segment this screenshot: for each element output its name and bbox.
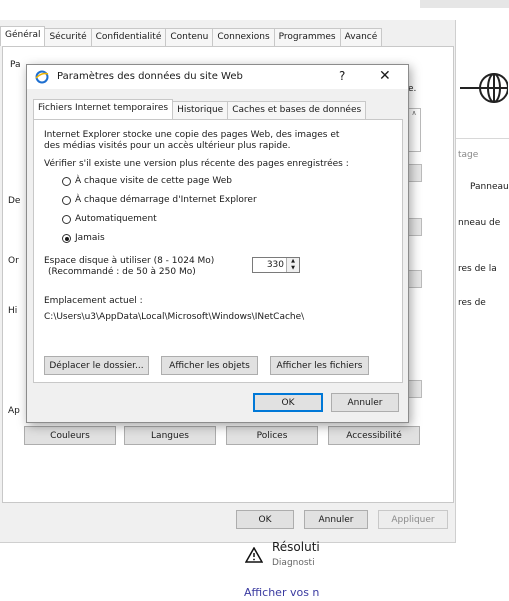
intro-text-line2: des médias visités pour un accès ultérie… [44, 141, 291, 151]
background-text-1: tage [458, 150, 479, 160]
disk-space-stepper[interactable]: 330 ▲ ▼ [252, 257, 300, 273]
temporary-files-panel: Internet Explorer stocke une copie des p… [33, 119, 403, 383]
accessibility-button[interactable]: Accessibilité [328, 426, 420, 445]
tab-temporary-files[interactable]: Fichiers Internet temporaires [33, 99, 174, 119]
website-data-settings-dialog: Paramètres des données du site Web ? ✕ F… [26, 64, 409, 423]
tab-programmes[interactable]: Programmes [273, 28, 341, 46]
section-label-4: Hi [8, 306, 18, 316]
dialog-tabs: Fichiers Internet temporaires Historique… [33, 99, 367, 119]
section-label-1: Pa [10, 60, 21, 70]
dialog-ok-button[interactable]: OK [253, 393, 323, 412]
view-files-button[interactable]: Afficher les fichiers [270, 356, 369, 375]
tab-contenu[interactable]: Contenu [165, 28, 214, 46]
internet-explorer-icon [35, 70, 49, 84]
tab-avance[interactable]: Avancé [339, 28, 383, 46]
disk-space-label: Espace disque à utiliser (8 - 1024 Mo) [44, 256, 215, 266]
tab-connexions[interactable]: Connexions [212, 28, 275, 46]
main-cancel-button[interactable]: Annuler [304, 510, 368, 529]
main-apply-button[interactable]: Appliquer [378, 510, 448, 529]
radio-every-visit[interactable] [62, 177, 71, 186]
main-ok-button[interactable]: OK [236, 510, 294, 529]
stepper-arrows-icon[interactable]: ▲ ▼ [286, 258, 299, 272]
globe-icon [460, 73, 508, 103]
obscured-button-4[interactable] [407, 380, 422, 398]
radio-automatic-label[interactable]: Automatiquement [75, 214, 157, 224]
background-text-3[interactable]: nneau de [458, 218, 500, 228]
tab-confidentialite[interactable]: Confidentialité [90, 28, 167, 46]
check-version-label: Vérifier s'il existe une version plus ré… [44, 159, 349, 169]
scroll-up-icon[interactable]: ∧ [408, 109, 420, 117]
intro-text-line1: Internet Explorer stocke une copie des p… [44, 130, 340, 140]
section-label-2: De [8, 196, 21, 206]
current-location-path: C:\Users\u3\AppData\Local\Microsoft\Wind… [44, 312, 305, 322]
diagnostic-text: Diagnosti [272, 558, 315, 568]
disk-space-recommendation: (Recommandé : de 50 à 250 Mo) [48, 267, 196, 277]
background-topbar [420, 0, 509, 8]
disk-space-value[interactable]: 330 [267, 260, 284, 270]
background-text-5[interactable]: res de [458, 298, 486, 308]
radio-every-start-label[interactable]: À chaque démarrage d'Internet Explorer [75, 195, 257, 205]
current-location-label: Emplacement actuel : [44, 296, 143, 306]
warning-icon [245, 547, 263, 563]
dialog-cancel-button[interactable]: Annuler [331, 393, 399, 412]
move-folder-button[interactable]: Déplacer le dossier... [44, 356, 149, 375]
tab-history[interactable]: Historique [172, 101, 229, 119]
section-label-3: Or [8, 256, 19, 266]
resolution-heading[interactable]: Résoluti [272, 540, 320, 554]
background-text-2[interactable]: Panneau [470, 182, 509, 192]
radio-never-label[interactable]: Jamais [75, 233, 105, 243]
colors-button[interactable]: Couleurs [24, 426, 116, 445]
dialog-titlebar[interactable]: Paramètres des données du site Web ? ✕ [27, 65, 408, 89]
tab-caches-databases[interactable]: Caches et bases de données [227, 101, 367, 119]
fonts-button[interactable]: Polices [226, 426, 318, 445]
obscured-button-3[interactable] [407, 270, 422, 288]
main-tabs: Général Sécurité Confidentialité Contenu… [0, 26, 383, 46]
dialog-title: Paramètres des données du site Web [57, 71, 243, 82]
radio-every-visit-label[interactable]: À chaque visite de cette page Web [75, 176, 232, 186]
radio-every-start[interactable] [62, 196, 71, 205]
obscured-button-1[interactable] [407, 164, 422, 182]
languages-button[interactable]: Langues [124, 426, 216, 445]
tab-general[interactable]: Général [0, 26, 46, 46]
tab-securite[interactable]: Sécurité [44, 28, 92, 46]
obscured-button-2[interactable] [407, 218, 422, 236]
section-label-5: Ap [8, 406, 20, 416]
section-suffix: e. [408, 84, 417, 94]
close-icon[interactable]: ✕ [379, 68, 391, 84]
home-page-scrollbar[interactable]: ∧ [407, 108, 421, 152]
background-text-4[interactable]: res de la [458, 264, 497, 274]
radio-never[interactable] [62, 234, 71, 243]
afficher-link[interactable]: Afficher vos n [244, 586, 319, 599]
view-objects-button[interactable]: Afficher les objets [161, 356, 258, 375]
help-button[interactable]: ? [339, 69, 345, 83]
radio-automatic[interactable] [62, 215, 71, 224]
